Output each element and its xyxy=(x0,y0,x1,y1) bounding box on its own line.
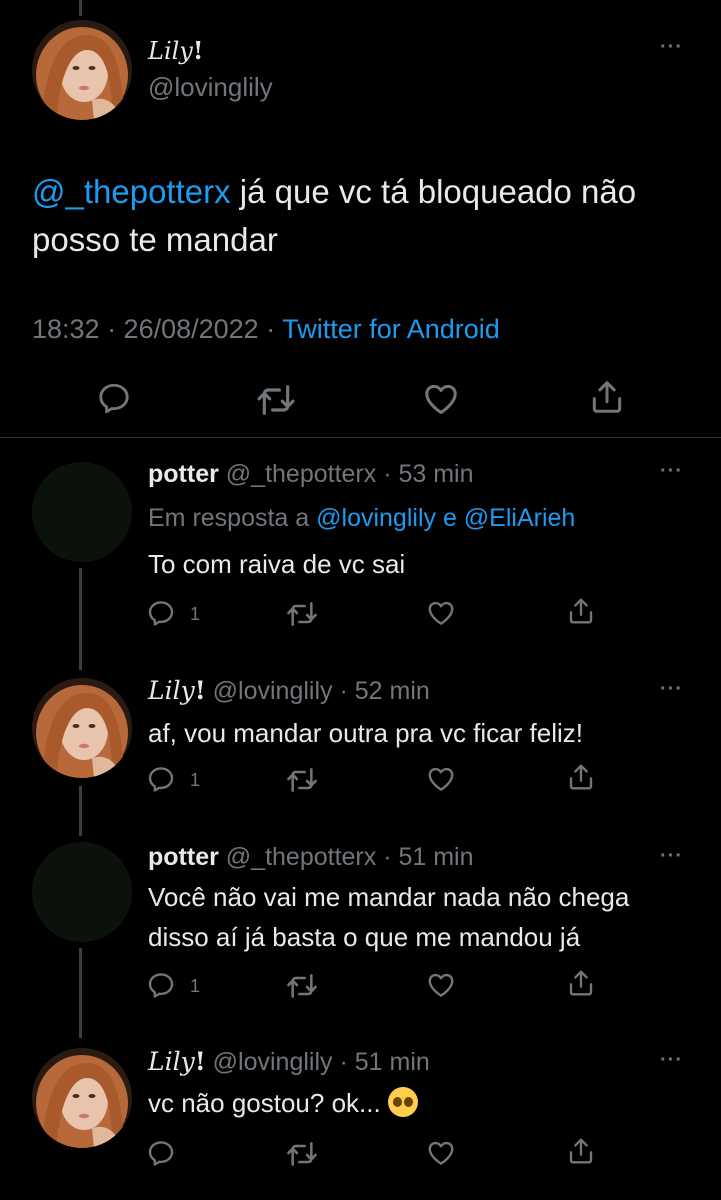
reply-icon[interactable] xyxy=(146,970,176,1000)
reply-icon[interactable] xyxy=(146,764,176,794)
reply-time: · 53 min xyxy=(376,460,474,488)
retweet-icon[interactable] xyxy=(256,380,296,420)
tweet-meta: 18:32 · 26/08/2022 · Twitter for Android xyxy=(32,314,500,345)
reply-header: Lily! @lovinglily · 51 min xyxy=(148,1047,430,1077)
more-options-icon[interactable]: ··· xyxy=(660,1049,683,1072)
reply-text: To com raiva de vc sai xyxy=(148,549,406,579)
profile-photo-icon xyxy=(32,1048,132,1148)
share-icon[interactable] xyxy=(566,1136,596,1166)
author-name[interactable]: Lily! xyxy=(148,676,206,705)
reply-header: Lily! @lovinglily · 52 min xyxy=(148,676,430,706)
heart-icon[interactable] xyxy=(422,380,460,418)
reply-text: af, vou mandar outra pra vc ficar feliz! xyxy=(148,718,583,748)
tweet-timestamp[interactable]: 18:32 · 26/08/2022 · xyxy=(32,314,282,344)
replying-to: Em resposta a @lovinglily e @EliArieh xyxy=(148,504,576,532)
reply-time: · 51 min xyxy=(332,1048,430,1076)
thread-line-2 xyxy=(79,786,82,836)
author-handle[interactable]: @lovinglily xyxy=(213,1048,333,1076)
reply-count: 1 xyxy=(190,604,201,624)
reply-icon[interactable] xyxy=(146,1138,176,1168)
avatar[interactable] xyxy=(32,842,132,942)
reply-time: · 51 min xyxy=(376,843,474,871)
tweet-source[interactable]: Twitter for Android xyxy=(282,314,500,344)
share-icon[interactable] xyxy=(566,762,596,792)
heart-icon[interactable] xyxy=(426,598,456,628)
avatar[interactable] xyxy=(32,678,132,778)
reply-time: · 52 min xyxy=(332,677,430,705)
reply-text: Você não vai me mandar nada não chega xyxy=(148,882,630,912)
reply-icon[interactable] xyxy=(96,380,132,416)
reply-icon[interactable] xyxy=(146,598,176,628)
share-icon[interactable] xyxy=(566,596,596,626)
author-handle[interactable]: @lovinglily xyxy=(213,677,333,705)
reply-count: 1 xyxy=(190,770,201,790)
author-name[interactable]: Lily! xyxy=(148,1047,206,1076)
avatar[interactable] xyxy=(32,462,132,562)
heart-icon[interactable] xyxy=(426,970,456,1000)
share-icon[interactable] xyxy=(566,968,596,998)
retweet-icon[interactable] xyxy=(286,1138,318,1170)
reply-header: potter @_thepotterx · 53 min xyxy=(148,460,474,489)
thread-line-3 xyxy=(79,948,82,1038)
more-options-icon[interactable]: ··· xyxy=(660,460,683,483)
author-name[interactable]: potter xyxy=(148,843,219,871)
more-options-icon[interactable]: ··· xyxy=(660,845,683,868)
retweet-icon[interactable] xyxy=(286,764,318,796)
author-handle[interactable]: @_thepotterx xyxy=(226,843,376,871)
replying-to-link[interactable]: @lovinglily e @EliArieh xyxy=(316,504,575,532)
author-name[interactable]: potter xyxy=(148,460,219,488)
more-options-icon[interactable]: ··· xyxy=(660,36,683,59)
pleading-face-emoji xyxy=(387,1087,418,1117)
retweet-icon[interactable] xyxy=(286,598,318,630)
avatar[interactable] xyxy=(32,20,132,120)
reply-count: 1 xyxy=(190,976,201,996)
profile-photo-icon xyxy=(32,20,132,120)
more-options-icon[interactable]: ··· xyxy=(660,678,683,701)
tweet-text: @_thepotterx já que vc tá bloqueado não … xyxy=(32,173,637,258)
share-icon[interactable] xyxy=(588,378,626,416)
reply-header: potter @_thepotterx · 51 min xyxy=(148,843,474,872)
mention-link[interactable]: @_thepotterx xyxy=(32,173,231,210)
divider xyxy=(0,437,721,438)
thread-line-1 xyxy=(79,568,82,670)
retweet-icon[interactable] xyxy=(286,970,318,1002)
reply-text-line-2: disso aí já basta o que me mandou já xyxy=(148,922,581,952)
heart-icon[interactable] xyxy=(426,764,456,794)
reply-text: vc não gostou? ok... xyxy=(148,1084,418,1122)
heart-icon[interactable] xyxy=(426,1138,456,1168)
thread-line-top xyxy=(79,0,82,16)
author-name[interactable]: Lily! xyxy=(148,36,203,65)
profile-photo-icon xyxy=(32,678,132,778)
avatar[interactable] xyxy=(32,1048,132,1148)
author-handle[interactable]: @_thepotterx xyxy=(226,460,376,488)
author-handle[interactable]: @lovinglily xyxy=(148,72,273,103)
